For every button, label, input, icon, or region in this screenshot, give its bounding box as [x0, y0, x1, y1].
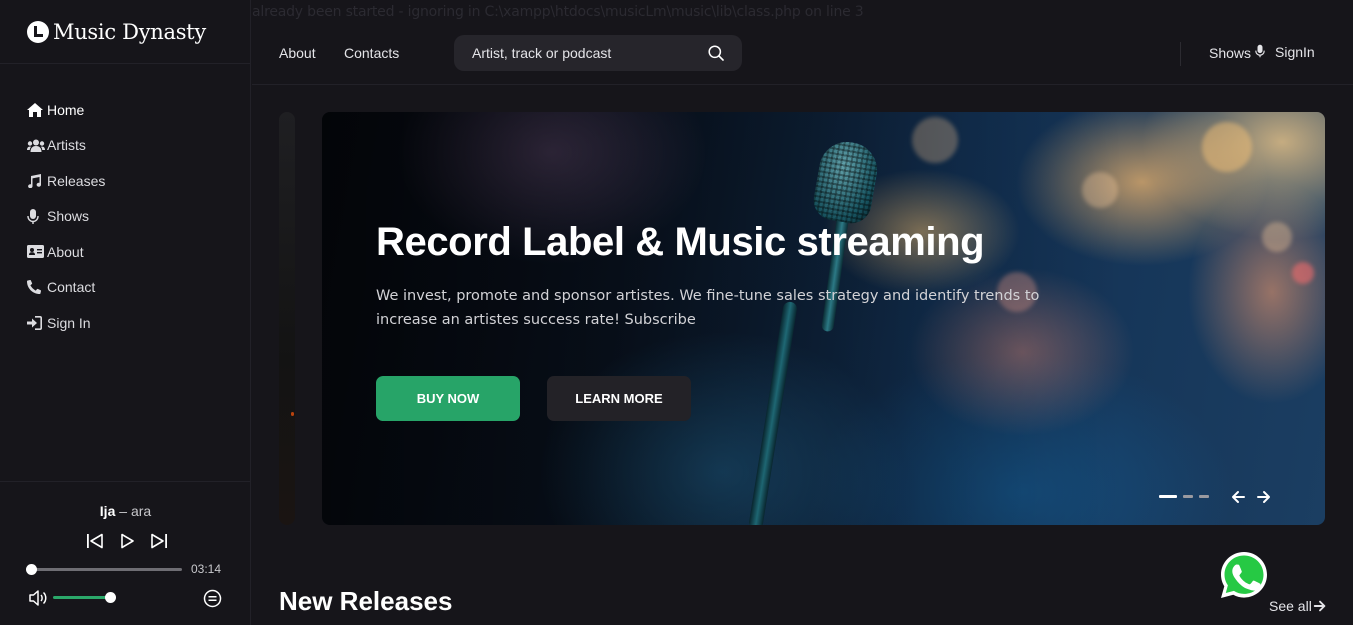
sidebar-item-artists[interactable]: Artists — [27, 128, 105, 164]
sidebar-item-sign-in[interactable]: Sign In — [27, 305, 105, 341]
phone-icon — [27, 280, 45, 295]
playlist-icon[interactable] — [203, 589, 222, 608]
id-card-icon — [27, 245, 45, 259]
search-icon[interactable] — [708, 45, 724, 61]
player-controls — [85, 531, 169, 551]
logo[interactable]: Music Dynasty — [27, 18, 206, 46]
learn-more-button[interactable]: LEARN MORE — [547, 376, 691, 421]
logo-icon — [27, 21, 49, 43]
sidebar-item-label: Shows — [47, 208, 90, 225]
progress-knob[interactable] — [26, 564, 37, 575]
search-bar — [454, 35, 742, 71]
track-separator: – — [115, 503, 131, 519]
volume-slider[interactable] — [53, 592, 116, 603]
hero-description: We invest, promote and sponsor artistes.… — [376, 288, 1040, 328]
next-icon[interactable] — [149, 531, 169, 551]
sidebar-item-contact[interactable]: Contact — [27, 270, 105, 306]
previous-icon[interactable] — [85, 531, 105, 551]
sidebar-item-releases[interactable]: Releases — [27, 163, 105, 199]
sidebar-item-label: Artists — [47, 137, 86, 154]
audio-player: Ija – ara 03:14 — [0, 481, 251, 625]
sidebar-item-label: Sign In — [47, 314, 91, 331]
sidebar-item-label: Releases — [47, 172, 106, 189]
music-note-icon — [27, 173, 45, 188]
see-all-label: See all — [1269, 598, 1312, 614]
header-link-about[interactable]: About — [279, 45, 316, 61]
see-all-link[interactable]: See all — [1269, 598, 1327, 614]
header-link-contacts[interactable]: Contacts — [344, 45, 399, 61]
sidebar-item-shows[interactable]: Shows — [27, 199, 105, 235]
slider-dot[interactable] — [1159, 495, 1177, 498]
header-shows-label: Shows — [1209, 44, 1252, 61]
slider-dot[interactable] — [1183, 495, 1193, 498]
sidebar-item-label: About — [47, 243, 84, 260]
brand-name: Music Dynasty — [53, 20, 206, 44]
section-title-new-releases: New Releases — [279, 586, 453, 616]
sidebar-divider — [0, 63, 251, 64]
sidebar-item-home[interactable]: Home — [27, 92, 105, 128]
arrow-right-icon[interactable] — [1256, 489, 1272, 505]
buy-now-button[interactable]: BUY NOW — [376, 376, 520, 421]
sidebar-item-about[interactable]: About — [27, 234, 105, 270]
sidebar: Music Dynasty Home Artists Releases Show… — [0, 0, 251, 625]
volume-knob[interactable] — [105, 592, 116, 603]
hero-slider: Record Label & Music streaming We invest… — [322, 112, 1325, 525]
header-divider — [1180, 42, 1181, 66]
whatsapp-icon[interactable] — [1218, 549, 1270, 601]
header-shows-link[interactable]: Shows — [1209, 44, 1265, 61]
hero-title: Record Label & Music streaming — [376, 220, 985, 264]
arrow-left-icon[interactable] — [1230, 489, 1246, 505]
track-title: Ija — [99, 503, 116, 519]
slider-dot[interactable] — [1199, 495, 1209, 498]
sidebar-nav: Home Artists Releases Shows About Contac… — [27, 92, 105, 341]
track-duration: 03:14 — [191, 562, 222, 576]
header-signin-link[interactable]: SignIn — [1275, 44, 1315, 60]
microphone-icon — [27, 208, 45, 224]
microphone-icon — [1255, 44, 1265, 61]
sidebar-item-label: Home — [47, 101, 85, 118]
sidebar-item-label: Contact — [47, 279, 96, 296]
slider-pagination — [1159, 495, 1209, 498]
sign-in-icon — [27, 315, 45, 330]
track-artist: ara — [130, 503, 152, 519]
search-input[interactable] — [472, 45, 707, 61]
progress-bar[interactable] — [26, 564, 182, 575]
users-icon — [27, 138, 45, 152]
play-icon[interactable] — [117, 531, 137, 551]
previous-slide-preview[interactable] — [279, 112, 295, 525]
home-icon — [27, 102, 45, 117]
php-warning-text: already been started - ignoring in C:\xa… — [252, 4, 864, 20]
volume-icon[interactable] — [28, 589, 48, 607]
arrow-right-icon — [1313, 600, 1326, 612]
now-playing: Ija – ara — [0, 503, 251, 519]
